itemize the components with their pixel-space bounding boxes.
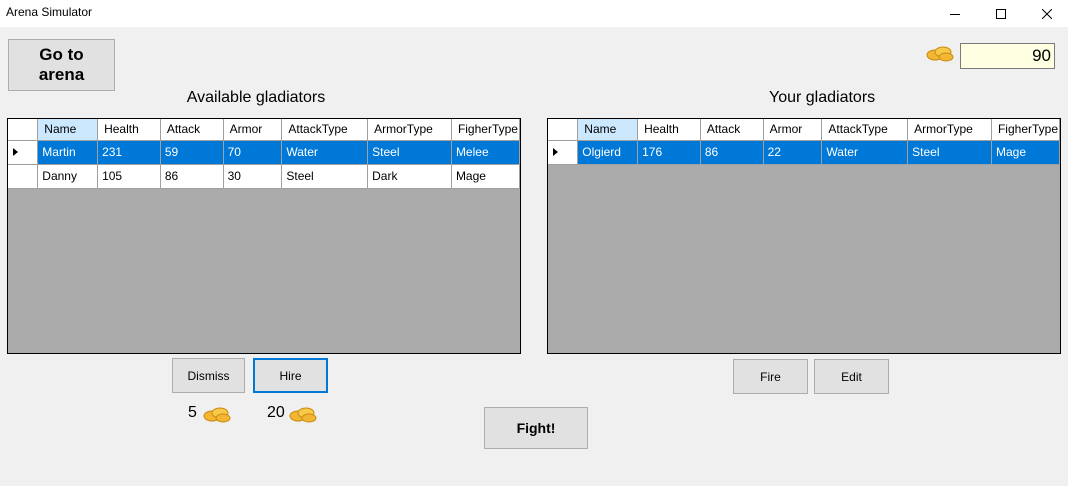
maximize-icon	[996, 8, 1006, 19]
available-gladiators-table: Name Health Attack Armor AttackType Armo…	[8, 119, 520, 189]
column-header-fighter-type[interactable]: FigherType	[451, 119, 520, 141]
fire-button[interactable]: Fire	[733, 359, 808, 394]
minimize-button[interactable]	[932, 0, 978, 27]
table-cell[interactable]: Water	[281, 140, 369, 165]
table-cell[interactable]: 105	[97, 164, 161, 189]
dismiss-button[interactable]: Dismiss	[172, 358, 245, 393]
table-cell[interactable]: 231	[97, 140, 161, 165]
column-header-fighter-type[interactable]: FigherType	[991, 119, 1060, 141]
table-cell[interactable]: 22	[763, 140, 823, 165]
current-row-arrow-icon	[553, 148, 558, 156]
table-row[interactable]: Danny 105 86 30 Steel Dark Mage	[8, 164, 520, 189]
column-header-attack-type[interactable]: AttackType	[821, 119, 909, 141]
column-header-armor-type[interactable]: ArmorType	[367, 119, 452, 141]
your-gladiators-title: Your gladiators	[769, 89, 876, 106]
table-cell[interactable]: Melee	[451, 140, 520, 165]
dismiss-cost: 5	[188, 404, 197, 421]
column-header-attack[interactable]: Attack	[160, 119, 224, 141]
column-header-attack[interactable]: Attack	[700, 119, 764, 141]
table-cell[interactable]: Martin	[37, 140, 99, 165]
table-cell[interactable]: Mage	[991, 140, 1060, 165]
your-gladiators-table: Name Health Attack Armor AttackType Armo…	[548, 119, 1060, 165]
table-cell[interactable]: Danny	[37, 164, 99, 189]
table-cell[interactable]: Olgierd	[577, 140, 639, 165]
column-header-health[interactable]: Health	[97, 119, 161, 141]
minimize-icon	[950, 13, 960, 15]
column-header-name[interactable]: Name	[577, 119, 639, 141]
maximize-button[interactable]	[978, 0, 1024, 27]
available-gladiators-grid[interactable]: Name Health Attack Armor AttackType Armo…	[7, 118, 521, 354]
row-header[interactable]	[548, 140, 579, 165]
table-cell[interactable]: Water	[821, 140, 909, 165]
table-cell[interactable]: 30	[223, 164, 283, 189]
hire-cost: 20	[267, 404, 285, 421]
table-cell[interactable]: 86	[160, 164, 224, 189]
column-header-armor[interactable]: Armor	[763, 119, 823, 141]
table-cell[interactable]: Steel	[367, 140, 452, 165]
window-title: Arena Simulator	[6, 5, 93, 19]
column-header-name[interactable]: Name	[37, 119, 99, 141]
available-header-row: Name Health Attack Armor AttackType Armo…	[8, 119, 520, 141]
column-header-attack-type[interactable]: AttackType	[281, 119, 369, 141]
table-cell[interactable]: 176	[637, 140, 701, 165]
edit-button[interactable]: Edit	[814, 359, 889, 394]
table-cell[interactable]: 59	[160, 140, 224, 165]
table-cell[interactable]: Steel	[281, 164, 369, 189]
coin-stack-icon	[289, 407, 317, 423]
close-button[interactable]	[1024, 0, 1068, 27]
your-gladiators-grid[interactable]: Name Health Attack Armor AttackType Armo…	[547, 118, 1061, 354]
title-bar: Arena Simulator	[0, 0, 1068, 27]
coin-stack-icon	[926, 46, 954, 62]
table-cell[interactable]: 70	[223, 140, 283, 165]
row-header-corner	[548, 119, 579, 141]
table-cell[interactable]: 86	[700, 140, 764, 165]
row-header[interactable]	[8, 164, 39, 189]
row-header[interactable]	[8, 140, 39, 165]
column-header-armor-type[interactable]: ArmorType	[907, 119, 992, 141]
table-row[interactable]: Martin 231 59 70 Water Steel Melee	[8, 140, 520, 165]
close-icon	[1042, 8, 1052, 19]
table-cell[interactable]: Dark	[367, 164, 452, 189]
your-header-row: Name Health Attack Armor AttackType Armo…	[548, 119, 1060, 141]
table-cell[interactable]: Steel	[907, 140, 992, 165]
fight-button[interactable]: Fight!	[484, 407, 588, 449]
hire-button[interactable]: Hire	[253, 358, 328, 393]
coin-stack-icon	[203, 407, 231, 423]
column-header-armor[interactable]: Armor	[223, 119, 283, 141]
table-row[interactable]: Olgierd 176 86 22 Water Steel Mage	[548, 140, 1060, 165]
gold-amount-field: 90	[960, 43, 1055, 69]
go-to-arena-button[interactable]: Go to arena	[8, 39, 115, 91]
available-gladiators-title: Available gladiators	[186, 89, 326, 106]
column-header-health[interactable]: Health	[637, 119, 701, 141]
row-header-corner	[8, 119, 39, 141]
current-row-arrow-icon	[13, 148, 18, 156]
table-cell[interactable]: Mage	[451, 164, 520, 189]
